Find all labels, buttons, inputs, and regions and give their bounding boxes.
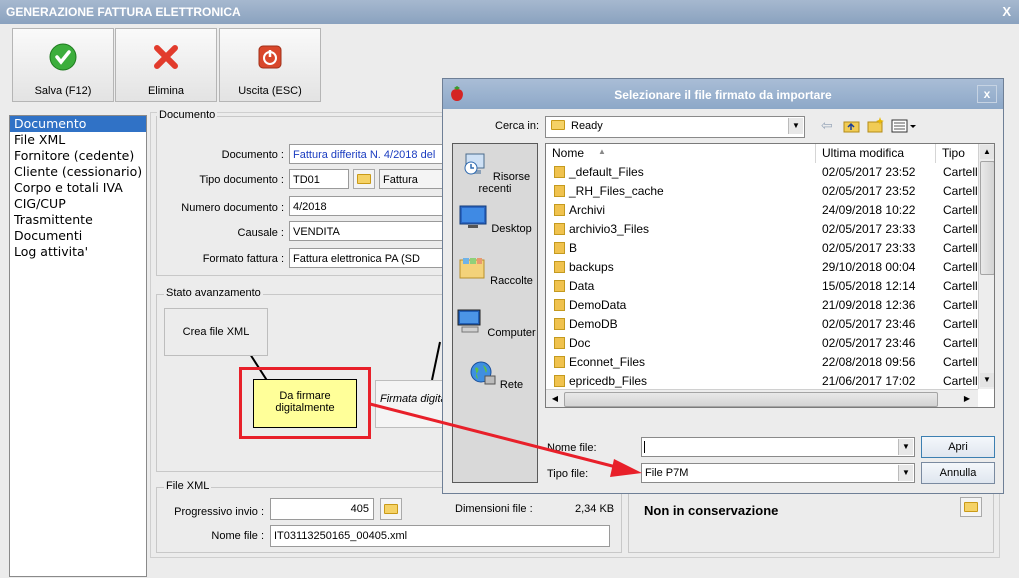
annotation-arrow [369, 402, 642, 477]
